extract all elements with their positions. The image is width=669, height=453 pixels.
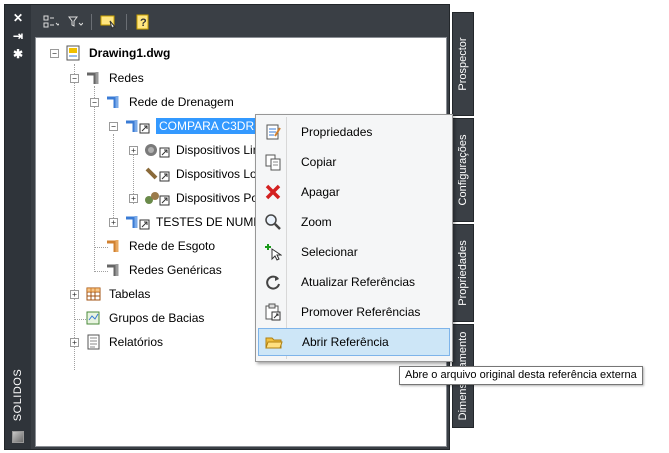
expand-icon[interactable]: + bbox=[129, 193, 138, 203]
drawing-icon bbox=[65, 45, 83, 61]
filter-icon[interactable] bbox=[65, 12, 85, 32]
properties-gear-icon[interactable]: ✱ bbox=[11, 47, 25, 61]
tree-item-compara[interactable]: − COMPARA C3DREN bbox=[109, 117, 274, 135]
expand-icon[interactable]: + bbox=[129, 145, 138, 155]
tree-item-drawing[interactable]: − Drawing1.dwg bbox=[50, 44, 170, 62]
select-icon bbox=[261, 242, 285, 262]
palette-title-strip: ✕ ⇥ ✱ SOLIDOS bbox=[5, 5, 31, 449]
refresh-icon bbox=[261, 272, 285, 292]
tab-propriedades[interactable]: Propriedades bbox=[452, 224, 474, 322]
sewer-network-icon bbox=[105, 238, 123, 254]
expand-icon[interactable]: + bbox=[70, 289, 79, 299]
menu-item-zoom[interactable]: Zoom bbox=[258, 208, 450, 236]
select-window-icon[interactable] bbox=[98, 12, 120, 32]
collapse-icon[interactable]: − bbox=[90, 97, 99, 107]
toolbar: ? bbox=[35, 9, 447, 35]
tab-configuracoes[interactable]: Configurações bbox=[452, 118, 474, 222]
svg-text:?: ? bbox=[140, 17, 147, 29]
delete-icon bbox=[261, 182, 285, 202]
tab-prospector[interactable]: Prospector bbox=[452, 12, 474, 116]
tree-item-disp-lineares[interactable]: + Dispositivos Linea bbox=[129, 141, 273, 159]
tree-view-icon[interactable] bbox=[41, 12, 61, 32]
menu-item-copiar[interactable]: Copiar bbox=[258, 148, 450, 176]
pipe-network-icon bbox=[85, 70, 103, 86]
tree-item-disp-longitudinais[interactable]: Dispositivos Long bbox=[144, 165, 270, 183]
context-menu: Propriedades Copiar Apagar Zoom Selecion… bbox=[255, 114, 453, 362]
xref-network-icon bbox=[124, 214, 150, 230]
menu-item-selecionar[interactable]: Selecionar bbox=[258, 238, 450, 266]
autohide-icon[interactable]: ⇥ bbox=[11, 29, 25, 43]
open-folder-icon bbox=[262, 332, 286, 352]
drainage-network-icon bbox=[105, 94, 123, 110]
menu-item-promover[interactable]: Promover Referências bbox=[258, 298, 450, 326]
zoom-icon bbox=[261, 212, 285, 232]
tree-item-redes-genericas[interactable]: Redes Genéricas bbox=[105, 261, 222, 279]
menu-item-abrir-referencia[interactable]: Abrir Referência bbox=[258, 328, 450, 356]
tree-item-testes[interactable]: + TESTES DE NUMER bbox=[109, 213, 270, 231]
collapse-icon[interactable]: − bbox=[70, 73, 79, 83]
toolbar-separator bbox=[91, 14, 92, 30]
tree-item-rede-drenagem[interactable]: − Rede de Drenagem bbox=[90, 93, 234, 111]
tree-item-grupos-bacias[interactable]: Grupos de Bacias bbox=[85, 309, 204, 327]
tooltip: Abre o arquivo original desta referência… bbox=[399, 366, 643, 385]
expand-icon[interactable]: + bbox=[70, 337, 79, 347]
promote-icon bbox=[261, 302, 285, 322]
properties-icon bbox=[261, 122, 285, 142]
help-icon[interactable]: ? bbox=[133, 12, 153, 32]
report-icon bbox=[85, 334, 103, 350]
menu-item-propriedades[interactable]: Propriedades bbox=[258, 118, 450, 146]
close-icon[interactable]: ✕ bbox=[11, 11, 25, 25]
collapse-icon[interactable]: − bbox=[109, 121, 118, 131]
toolbar-separator bbox=[126, 14, 127, 30]
xref-network-icon bbox=[124, 118, 150, 134]
expand-icon[interactable]: + bbox=[109, 217, 118, 227]
table-icon bbox=[85, 286, 103, 302]
tree-item-tabelas[interactable]: + Tabelas bbox=[70, 285, 150, 303]
palette-title: SOLIDOS bbox=[12, 368, 24, 422]
linear-device-icon bbox=[144, 142, 170, 158]
generic-network-icon bbox=[105, 262, 123, 278]
copy-icon bbox=[261, 152, 285, 172]
longitudinal-device-icon bbox=[144, 166, 170, 182]
tree-item-disp-pontuais[interactable]: + Dispositivos Ponti bbox=[129, 189, 271, 207]
menu-item-atualizar[interactable]: Atualizar Referências bbox=[258, 268, 450, 296]
tree-item-rede-esgoto[interactable]: Rede de Esgoto bbox=[105, 237, 215, 255]
menu-item-apagar[interactable]: Apagar bbox=[258, 178, 450, 206]
tree-item-relatorios[interactable]: + Relatórios bbox=[70, 333, 163, 351]
tree-item-redes[interactable]: − Redes bbox=[70, 69, 144, 87]
palette-icon bbox=[12, 431, 24, 443]
collapse-icon[interactable]: − bbox=[50, 48, 59, 58]
point-device-icon bbox=[144, 190, 170, 206]
catchment-group-icon bbox=[85, 310, 103, 326]
